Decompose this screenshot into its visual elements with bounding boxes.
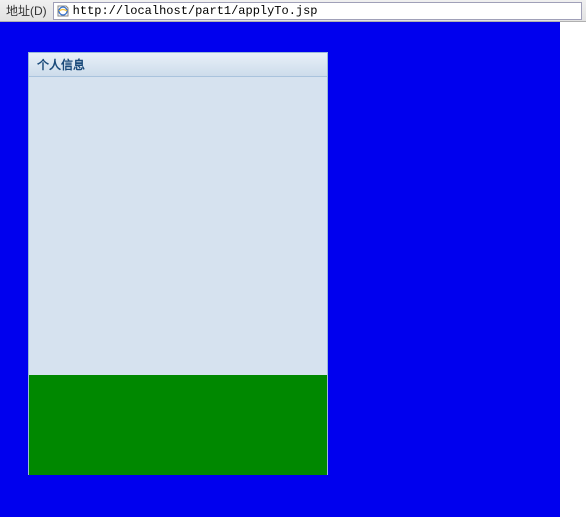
panel-body-upper [29,77,327,375]
address-bar[interactable]: http://localhost/part1/applyTo.jsp [53,2,582,20]
ie-page-icon [56,4,70,18]
page-background: 个人信息 [0,22,560,517]
panel-body-lower [29,375,327,475]
page-content: 个人信息 [0,22,586,520]
panel-header: 个人信息 [29,53,327,77]
panel-title: 个人信息 [37,56,85,73]
address-url: http://localhost/part1/applyTo.jsp [73,4,318,18]
browser-toolbar: 地址(D) http://localhost/part1/applyTo.jsp [0,0,586,22]
address-label: 地址(D) [4,2,49,19]
info-panel: 个人信息 [28,52,328,475]
